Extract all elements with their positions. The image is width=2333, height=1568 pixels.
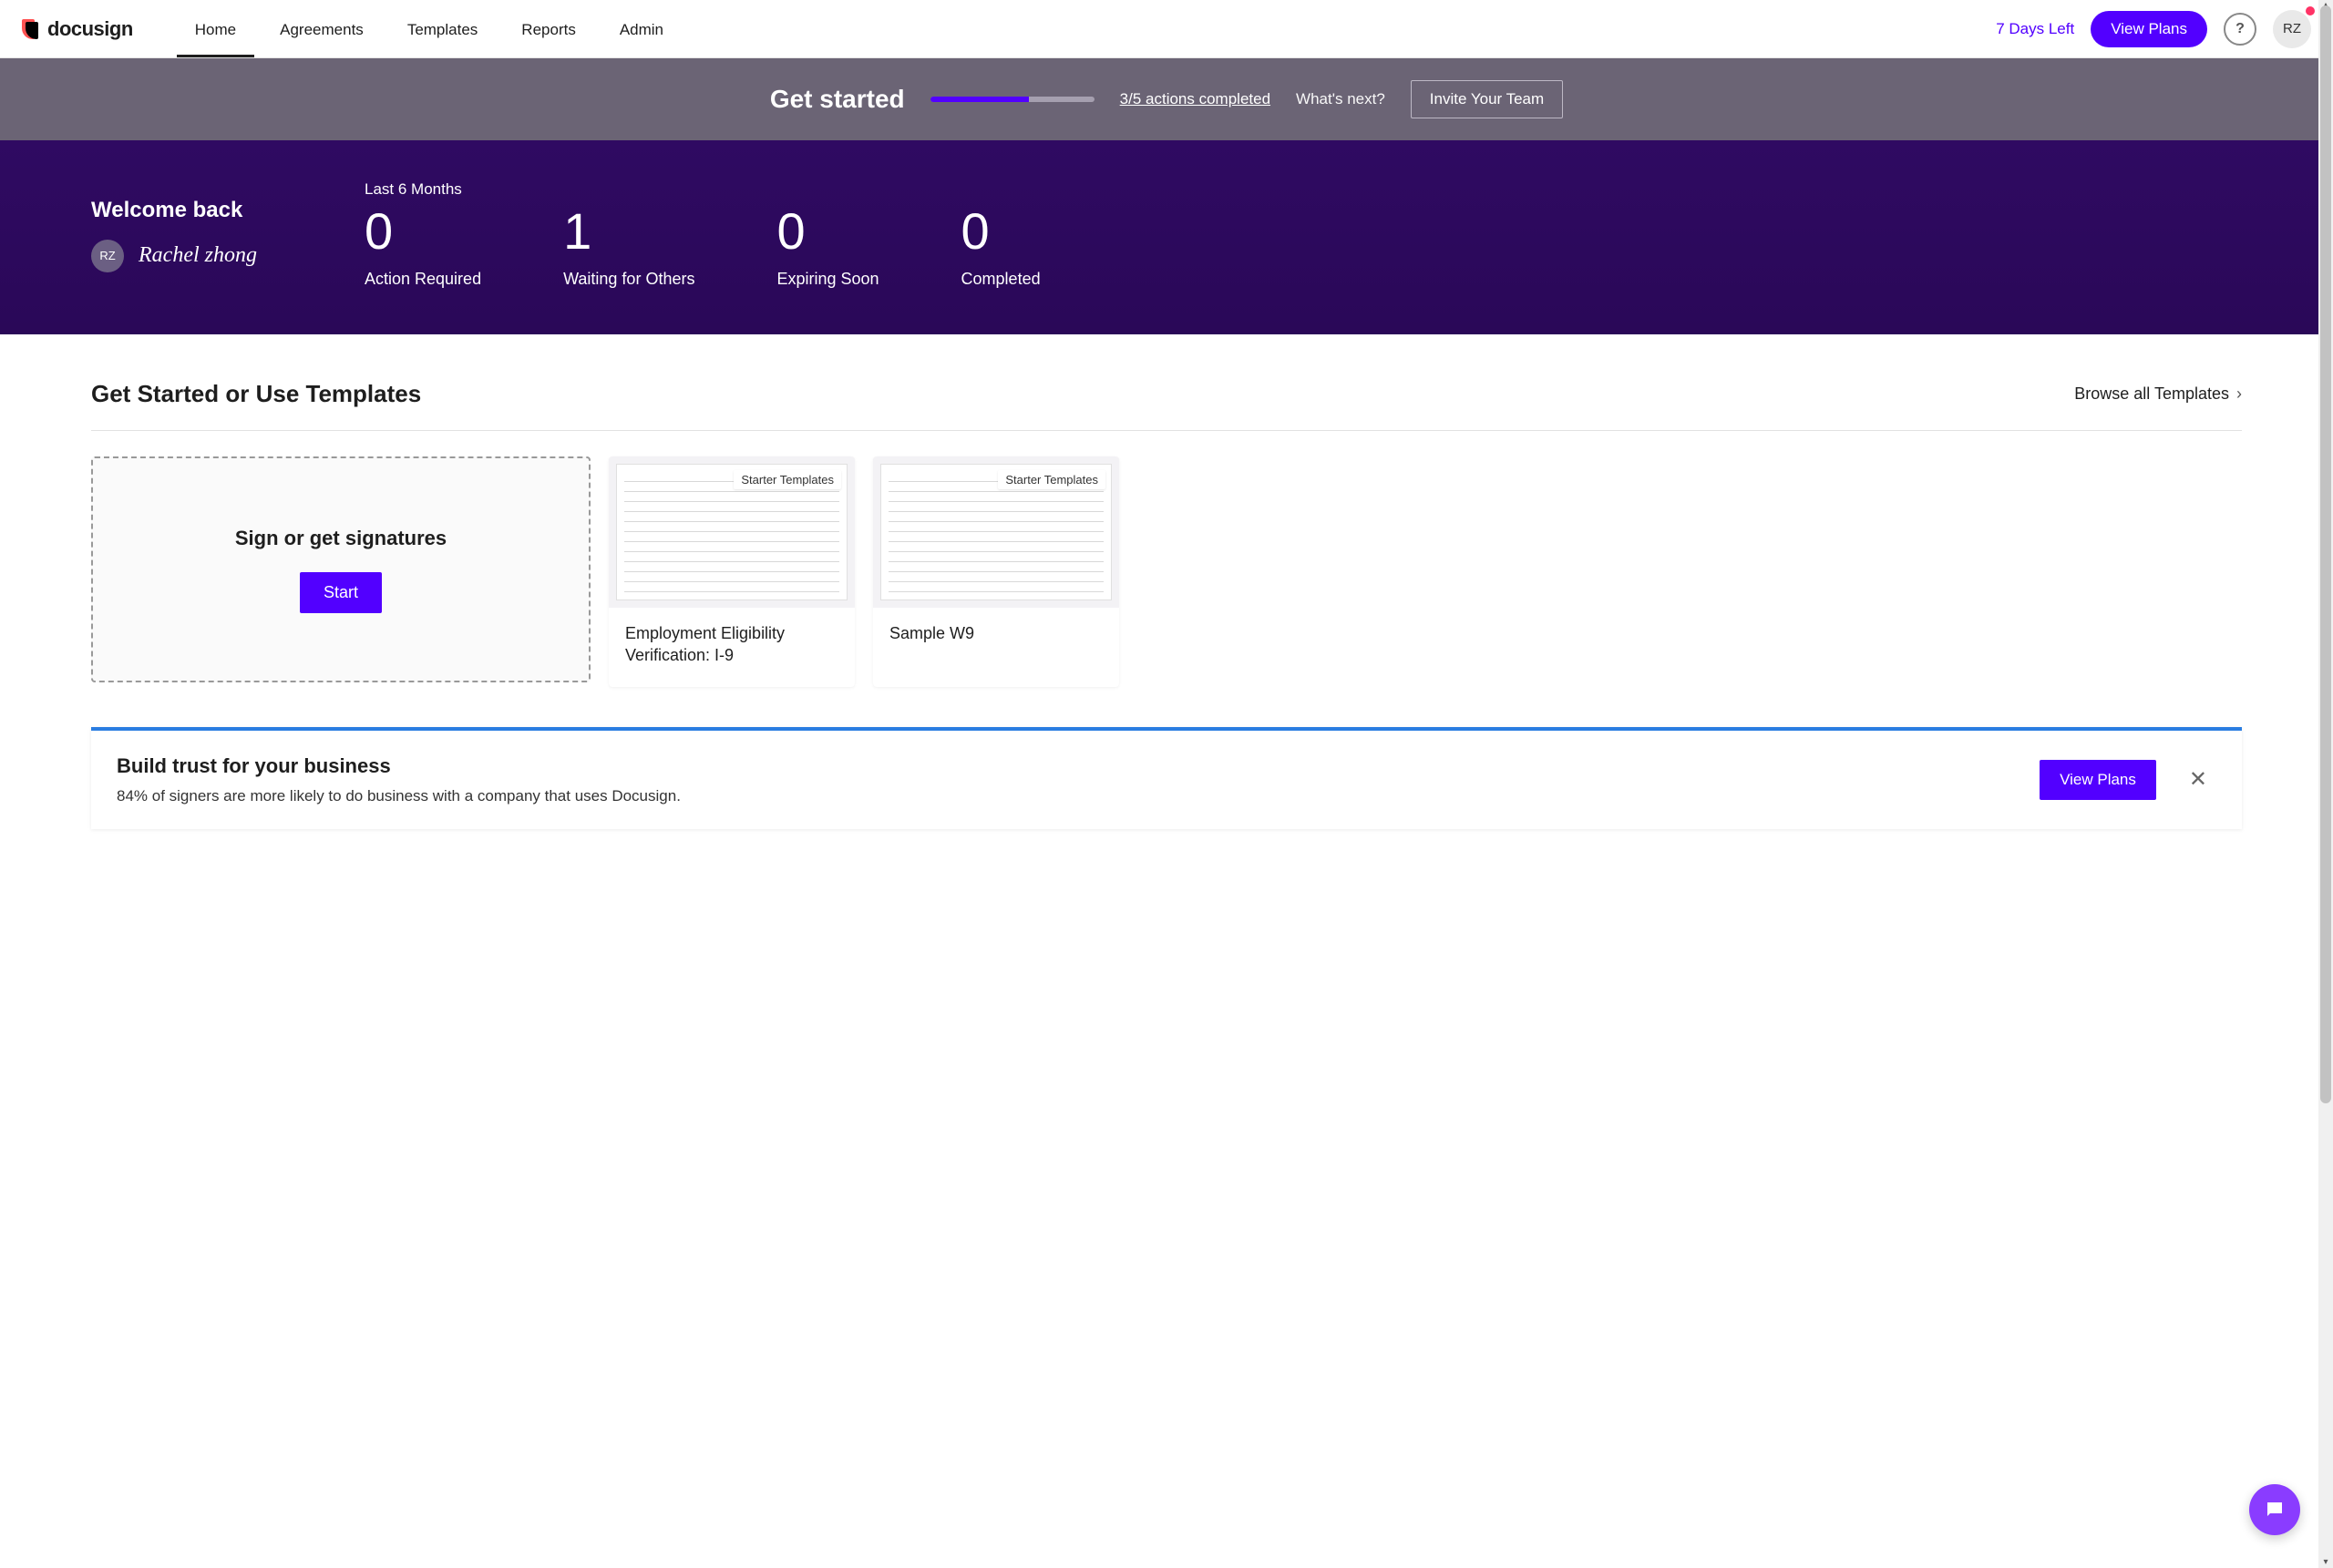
- logo[interactable]: docusign: [22, 17, 133, 41]
- start-button[interactable]: Start: [300, 572, 382, 613]
- template-thumbnail: Starter Templates: [880, 464, 1112, 600]
- template-card-w9[interactable]: Starter Templates Sample W9: [873, 456, 1119, 687]
- logo-text: docusign: [47, 17, 133, 41]
- template-card-i9[interactable]: Starter Templates Employment Eligibility…: [609, 456, 855, 687]
- stat-value: 1: [563, 206, 694, 257]
- stat-label: Action Required: [365, 270, 481, 289]
- avatar-initials: RZ: [2273, 10, 2311, 48]
- promo-banner: Build trust for your business 84% of sig…: [91, 727, 2242, 829]
- section-title: Get Started or Use Templates: [91, 380, 421, 408]
- close-icon[interactable]: ✕: [2180, 761, 2216, 798]
- view-plans-button[interactable]: View Plans: [2091, 11, 2207, 47]
- template-thumbnail: Starter Templates: [616, 464, 848, 600]
- app-header: docusign Home Agreements Templates Repor…: [0, 0, 2333, 58]
- stat-value: 0: [961, 206, 1041, 257]
- template-title: Sample W9: [873, 608, 1119, 687]
- get-started-bar: Get started 3/5 actions completed What's…: [0, 58, 2333, 140]
- nav-home[interactable]: Home: [177, 3, 254, 56]
- chevron-right-icon: ›: [2236, 384, 2242, 404]
- stat-expiring[interactable]: 0 Expiring Soon: [776, 206, 879, 289]
- template-title: Employment Eligibility Verification: I-9: [609, 608, 855, 687]
- sign-card: Sign or get signatures Start: [91, 456, 591, 682]
- stat-label: Waiting for Others: [563, 270, 694, 289]
- stat-completed[interactable]: 0 Completed: [961, 206, 1041, 289]
- nav-reports[interactable]: Reports: [503, 3, 594, 56]
- nav-templates[interactable]: Templates: [389, 3, 496, 56]
- stat-label: Expiring Soon: [776, 270, 879, 289]
- stats-period: Last 6 Months: [365, 180, 2242, 199]
- stat-action-required[interactable]: 0 Action Required: [365, 206, 481, 289]
- nav-agreements[interactable]: Agreements: [262, 3, 382, 56]
- nav-admin[interactable]: Admin: [601, 3, 682, 56]
- promo-view-plans-button[interactable]: View Plans: [2040, 760, 2156, 800]
- scrollbar-thumb[interactable]: [2320, 5, 2331, 1103]
- browse-label: Browse all Templates: [2074, 384, 2229, 404]
- sign-card-title: Sign or get signatures: [235, 527, 447, 550]
- stat-label: Completed: [961, 270, 1041, 289]
- help-icon[interactable]: ?: [2224, 13, 2256, 46]
- vertical-scrollbar[interactable]: ▴ ▾: [2318, 0, 2333, 1568]
- template-badge: Starter Templates: [734, 470, 841, 489]
- main-content: Get Started or Use Templates Browse all …: [0, 334, 2333, 875]
- stat-waiting[interactable]: 1 Waiting for Others: [563, 206, 694, 289]
- scroll-down-icon[interactable]: ▾: [2320, 1557, 2331, 1568]
- main-nav: Home Agreements Templates Reports Admin: [177, 3, 682, 56]
- welcome-title: Welcome back: [91, 198, 365, 223]
- progress-text-link[interactable]: 3/5 actions completed: [1120, 90, 1270, 108]
- welcome-panel: Welcome back RZ Rachel zhong Last 6 Mont…: [0, 140, 2333, 334]
- logo-icon: [22, 19, 42, 39]
- notification-dot-icon: [2306, 6, 2315, 15]
- user-signature: Rachel zhong: [139, 243, 257, 268]
- user-avatar[interactable]: RZ: [2273, 10, 2311, 48]
- progress-bar: [930, 97, 1095, 102]
- chat-fab[interactable]: [2249, 1484, 2300, 1535]
- stat-value: 0: [776, 206, 879, 257]
- welcome-avatar: RZ: [91, 240, 124, 272]
- stat-value: 0: [365, 206, 481, 257]
- whats-next-label: What's next?: [1296, 90, 1385, 108]
- template-badge: Starter Templates: [998, 470, 1105, 489]
- get-started-title: Get started: [770, 85, 905, 114]
- trial-days-left[interactable]: 7 Days Left: [1996, 20, 2074, 38]
- invite-team-button[interactable]: Invite Your Team: [1411, 80, 1563, 118]
- chat-icon: [2264, 1499, 2286, 1521]
- browse-templates-link[interactable]: Browse all Templates ›: [2074, 384, 2242, 404]
- promo-subtitle: 84% of signers are more likely to do bus…: [117, 787, 2040, 805]
- progress-fill: [930, 97, 1029, 102]
- promo-title: Build trust for your business: [117, 754, 2040, 778]
